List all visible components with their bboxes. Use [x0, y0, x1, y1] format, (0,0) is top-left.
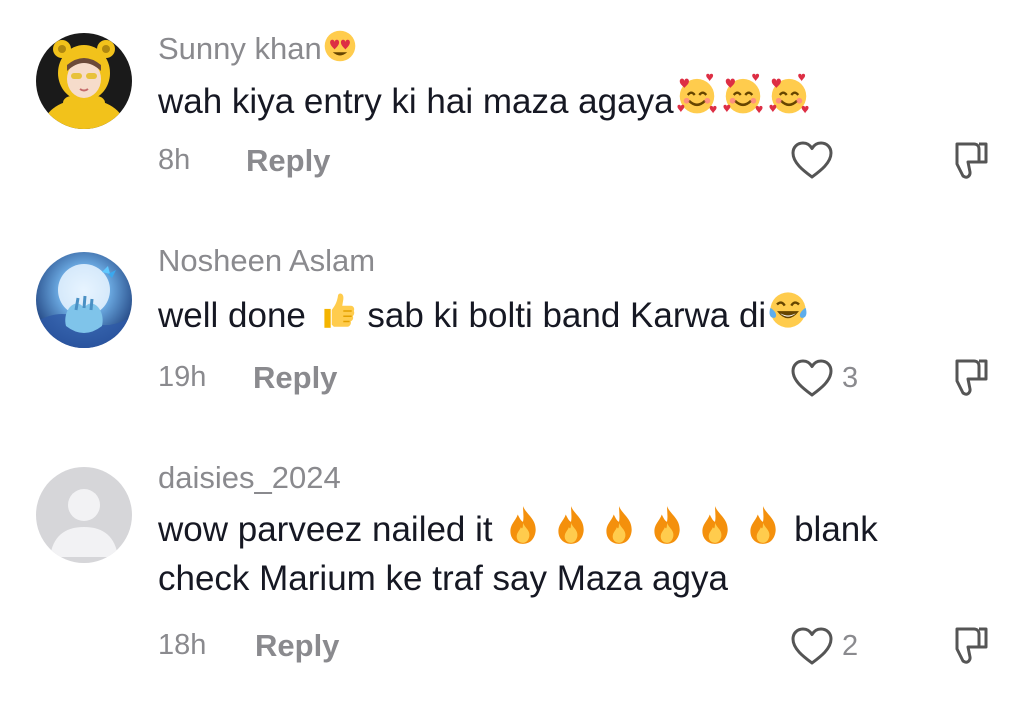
heart-icon	[791, 627, 833, 665]
fire-emoji	[742, 504, 784, 546]
comment-time: 18h	[158, 629, 207, 661]
thumbs-down-icon	[955, 627, 988, 664]
like-count: 2	[842, 629, 859, 662]
fire-emoji	[502, 504, 544, 546]
reply-button[interactable]: Reply	[255, 630, 339, 661]
comment-text-line2: check Marium ke traf say Maza agya	[158, 559, 728, 598]
dislike-button[interactable]	[942, 621, 990, 669]
like-button[interactable]: 2	[790, 624, 858, 668]
fire-emoji	[550, 504, 592, 546]
username[interactable]: daisies_2024	[158, 462, 341, 493]
comment-item: daisies_2024 wow parveez nailed it blank…	[0, 0, 1024, 702]
default-user-avatar	[36, 467, 132, 563]
avatar[interactable]	[36, 467, 132, 563]
comment-text: wow parveez nailed it blank	[158, 504, 998, 555]
fire-emoji	[598, 504, 640, 546]
comment-text-part: wow parveez nailed it	[158, 510, 493, 549]
comment-text-part: blank	[794, 510, 878, 549]
fire-emoji	[646, 504, 688, 546]
fire-emoji	[694, 504, 736, 546]
